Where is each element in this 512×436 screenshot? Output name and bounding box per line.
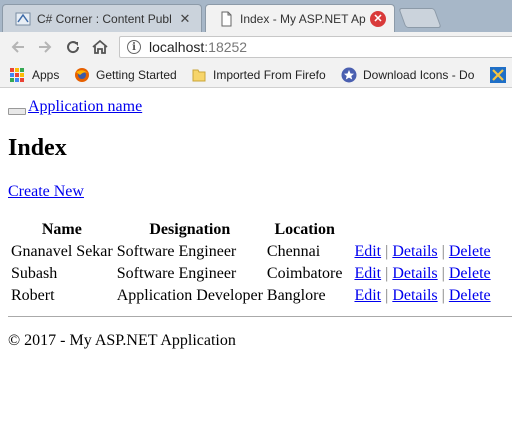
tab-strip: C# Corner : Content Publ ✕ Index - My AS… bbox=[0, 0, 512, 32]
delete-link[interactable]: Delete bbox=[449, 287, 491, 304]
tab-title: Index - My ASP.NET App bbox=[240, 11, 366, 26]
address-bar[interactable]: i localhost:18252 bbox=[119, 36, 512, 58]
navbar-toggle-button[interactable] bbox=[8, 108, 26, 115]
table-row: Subash Software Engineer Coimbatore Edit… bbox=[10, 264, 492, 284]
app-name-link[interactable]: Application name bbox=[28, 98, 142, 116]
firefox-icon bbox=[75, 68, 89, 82]
reload-icon[interactable] bbox=[63, 37, 83, 57]
edit-link[interactable]: Edit bbox=[354, 265, 381, 282]
column-header-actions bbox=[345, 220, 491, 240]
cell-location: Chennai bbox=[266, 243, 321, 260]
browser-toolbar: i localhost:18252 bbox=[0, 32, 512, 62]
separator: | bbox=[441, 243, 445, 260]
page-title: Index bbox=[8, 135, 67, 161]
bookmark-getting-started[interactable]: Getting Started bbox=[74, 66, 177, 84]
cell-actions: Edit | Details | Delete bbox=[345, 286, 491, 306]
separator: | bbox=[385, 265, 389, 282]
close-tab-icon[interactable]: ✕ bbox=[370, 10, 386, 27]
tab-csharp-corner[interactable]: C# Corner : Content Publ ✕ bbox=[2, 4, 202, 32]
create-new-link[interactable]: Create New bbox=[8, 183, 84, 201]
arrow-left-icon[interactable] bbox=[8, 37, 28, 57]
home-icon[interactable] bbox=[90, 37, 110, 57]
bookmarks-bar: Apps Getting Started Imported From Firef… bbox=[0, 62, 512, 88]
cell-location: Coimbatore bbox=[266, 265, 343, 282]
url-text: localhost:18252 bbox=[149, 39, 247, 55]
bookmark-label: Apps bbox=[32, 68, 60, 82]
bookmark-label: Getting Started bbox=[96, 68, 177, 82]
bookmark-imported-from-firefox[interactable]: Imported From Firefo bbox=[191, 66, 326, 84]
tab-title: C# Corner : Content Publ bbox=[37, 11, 172, 26]
star-badge-icon bbox=[341, 67, 357, 83]
bookmark-label: Imported From Firefo bbox=[213, 68, 326, 82]
column-header-name: Name bbox=[41, 221, 82, 238]
folder-icon bbox=[192, 69, 206, 82]
table-row: Robert Application Developer Banglore Ed… bbox=[10, 286, 492, 306]
footer-text: © 2017 - My ASP.NET Application bbox=[8, 332, 236, 349]
cell-name: Gnanavel Sekar bbox=[11, 243, 113, 260]
delete-link[interactable]: Delete bbox=[449, 243, 491, 260]
page-content: Application name Index Create New Name D… bbox=[0, 88, 512, 436]
cell-designation: Software Engineer bbox=[116, 265, 237, 282]
close-tab-icon[interactable]: ✕ bbox=[177, 11, 193, 27]
csharpcorner-favicon bbox=[15, 12, 31, 25]
separator: | bbox=[385, 287, 389, 304]
edit-link[interactable]: Edit bbox=[354, 243, 381, 260]
table-row: Gnanavel Sekar Software Engineer Chennai… bbox=[10, 242, 492, 262]
new-tab-button[interactable] bbox=[398, 8, 442, 28]
employee-table: Name Designation Location Gnanavel Sekar… bbox=[8, 218, 494, 308]
cell-name: Subash bbox=[11, 265, 58, 282]
cell-actions: Edit | Details | Delete bbox=[345, 264, 491, 284]
details-link[interactable]: Details bbox=[392, 287, 437, 304]
apps-grid-icon bbox=[10, 68, 24, 82]
footer-divider bbox=[8, 316, 512, 317]
separator: | bbox=[385, 243, 389, 260]
edit-link[interactable]: Edit bbox=[354, 287, 381, 304]
cell-designation: Application Developer bbox=[116, 287, 263, 304]
bookmark-apps[interactable]: Apps bbox=[10, 66, 59, 84]
column-header-location: Location bbox=[274, 221, 335, 238]
cell-actions: Edit | Details | Delete bbox=[345, 242, 491, 262]
document-favicon bbox=[221, 11, 232, 26]
bookmark-download-icons[interactable]: Download Icons - Do bbox=[341, 66, 474, 84]
url-port: :18252 bbox=[204, 39, 248, 55]
bookmark-label: Download Icons - Do bbox=[363, 68, 475, 82]
url-host: localhost bbox=[149, 39, 205, 55]
table-header-row: Name Designation Location bbox=[10, 220, 492, 240]
details-link[interactable]: Details bbox=[392, 243, 437, 260]
column-header-designation: Designation bbox=[149, 221, 231, 238]
cell-designation: Software Engineer bbox=[116, 243, 237, 260]
cell-location: Banglore bbox=[266, 287, 326, 304]
delete-link[interactable]: Delete bbox=[449, 265, 491, 282]
tab-index[interactable]: Index - My ASP.NET App ✕ bbox=[205, 4, 395, 32]
info-icon[interactable]: i bbox=[127, 40, 141, 54]
details-link[interactable]: Details bbox=[392, 265, 437, 282]
arrow-right-icon[interactable] bbox=[35, 37, 55, 57]
bookmark-overflow-icon[interactable] bbox=[490, 67, 506, 83]
separator: | bbox=[441, 287, 445, 304]
separator: | bbox=[441, 265, 445, 282]
cell-name: Robert bbox=[11, 287, 55, 304]
